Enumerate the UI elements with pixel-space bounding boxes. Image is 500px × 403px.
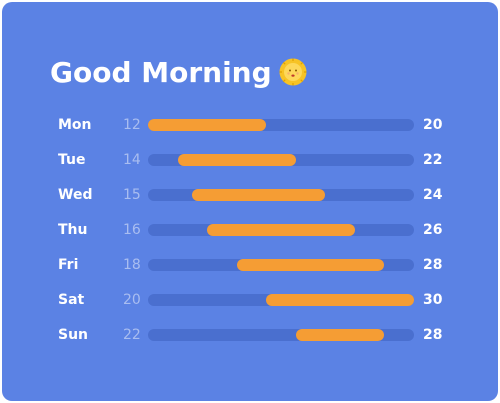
temp-range-bar (177, 154, 296, 166)
high-temp: 26 (423, 222, 443, 238)
greeting-title: Good Morning (50, 52, 308, 92)
forecast-row: Wed 15 24 (2, 183, 498, 207)
day-label: Sun (58, 327, 89, 343)
high-temp: 20 (423, 117, 443, 133)
day-label: Fri (58, 257, 79, 273)
forecast-row: Tue 14 22 (2, 148, 498, 172)
forecast-row: Fri 18 28 (2, 253, 498, 277)
high-temp: 28 (423, 257, 443, 273)
low-temp: 22 (123, 327, 141, 343)
weather-card: Good Morning Mon 12 20 Tue 14 22 Wed 15 2 (2, 2, 498, 401)
low-temp: 15 (123, 187, 141, 203)
temp-range-bar (148, 119, 267, 131)
day-label: Thu (58, 222, 88, 238)
temp-range-track (148, 189, 414, 201)
temp-range-track (148, 154, 414, 166)
temp-range-track (148, 329, 414, 341)
day-label: Mon (58, 117, 92, 133)
low-temp: 12 (123, 117, 141, 133)
low-temp: 14 (123, 152, 141, 168)
forecast-row: Sat 20 30 (2, 288, 498, 312)
sun-face-icon (279, 58, 307, 86)
forecast-row: Sun 22 28 (2, 323, 498, 347)
temp-range-bar (295, 329, 385, 341)
forecast-row: Thu 16 26 (2, 218, 498, 242)
high-temp: 28 (423, 327, 443, 343)
high-temp: 30 (423, 292, 443, 308)
temp-range-bar (192, 189, 326, 201)
temp-range-track (148, 294, 414, 306)
day-label: Tue (58, 152, 86, 168)
day-label: Sat (58, 292, 85, 308)
temp-range-track (148, 224, 414, 236)
low-temp: 20 (123, 292, 141, 308)
forecast-row: Mon 12 20 (2, 113, 498, 137)
day-label: Wed (58, 187, 93, 203)
temp-range-track (148, 259, 414, 271)
temp-range-bar (266, 294, 414, 306)
temp-range-bar (236, 259, 385, 271)
low-temp: 18 (123, 257, 141, 273)
greeting-text: Good Morning (50, 55, 272, 89)
temp-range-bar (207, 224, 355, 236)
high-temp: 22 (423, 152, 443, 168)
high-temp: 24 (423, 187, 443, 203)
temp-range-track (148, 119, 414, 131)
low-temp: 16 (123, 222, 141, 238)
